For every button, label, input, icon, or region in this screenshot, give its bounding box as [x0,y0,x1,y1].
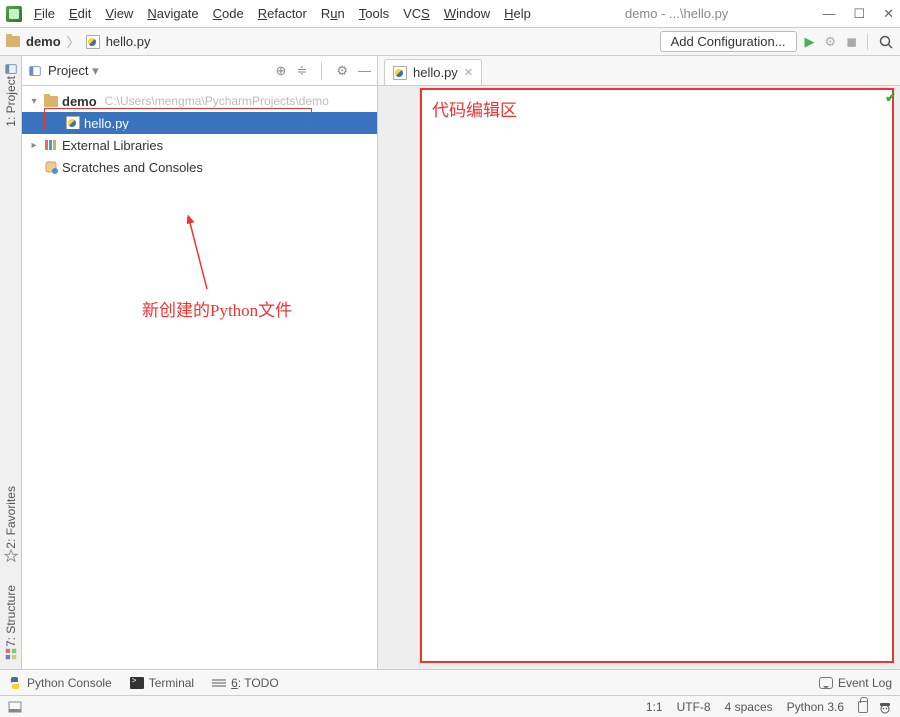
editor-gutter [378,86,420,669]
menu-navigate[interactable]: Navigate [147,6,198,21]
todo-icon [212,678,226,688]
event-log-icon [819,677,833,689]
menu-view[interactable]: View [105,6,133,21]
separator [867,34,868,50]
close-tab-icon[interactable]: ✕ [464,66,473,79]
scratches-icon [44,160,58,174]
close-button[interactable]: ✕ [883,6,894,22]
todo-tab[interactable]: 6: TODO [212,676,279,690]
structure-tool-tab[interactable]: 7: Structure [4,585,18,661]
project-view-selector[interactable]: Project [48,63,99,79]
menu-edit[interactable]: Edit [69,6,91,21]
status-indent[interactable]: 4 spaces [725,700,773,714]
status-interpreter[interactable]: Python 3.6 [787,700,844,714]
maximize-button[interactable]: ☐ [853,6,865,22]
breadcrumb: demo 〉 hello.py [6,32,151,51]
collapse-all-icon[interactable]: ≑ [296,63,307,79]
expand-arrow-icon[interactable] [28,96,40,107]
minimize-button[interactable]: — [822,6,835,22]
status-encoding[interactable]: UTF-8 [677,700,711,714]
python-icon [8,676,22,690]
menu-vcs[interactable]: VCS [403,6,430,21]
readonly-lock-icon[interactable] [858,701,868,713]
annotation-new-file-label: 新创建的Python文件 [142,296,292,321]
tree-root-demo[interactable]: demo C:\Users\mengma\PycharmProjects\dem… [22,90,377,112]
tree-file-hello[interactable]: hello.py [22,112,377,134]
python-file-icon [393,66,407,80]
terminal-icon [130,677,144,689]
separator [321,62,322,80]
menu-refactor[interactable]: Refactor [258,6,307,21]
terminal-tab[interactable]: Terminal [130,676,194,690]
ide-inspector-icon[interactable] [878,700,892,714]
tree-external-libraries[interactable]: External Libraries [22,134,377,156]
add-configuration-button[interactable]: Add Configuration... [660,31,797,52]
annotation-editor-box: 代码编辑区 [420,88,894,663]
editor-tab-hello[interactable]: hello.py ✕ [384,59,482,85]
status-bar: 1:1 UTF-8 4 spaces Python 3.6 [0,695,900,717]
editor-tabs: hello.py ✕ [378,56,900,86]
title-bar: File Edit View Navigate Code Refactor Ru… [0,0,900,28]
run-icon[interactable]: ▶ [805,34,815,50]
menu-window[interactable]: Window [444,6,490,21]
menu-bar: File Edit View Navigate Code Refactor Ru… [34,6,531,21]
editor-area[interactable]: 代码编辑区 ✔ [378,86,900,669]
menu-code[interactable]: Code [213,6,244,21]
editor-pane: hello.py ✕ 代码编辑区 ✔ [378,56,900,669]
project-tool-tab[interactable]: 1: Project [4,62,18,127]
window-title: demo - ...\hello.py [531,6,823,21]
window-controls: — ☐ ✕ [822,6,894,22]
pycharm-app-icon [6,6,22,22]
bottom-tool-strip: Python Console Terminal 6: TODO Event Lo… [0,669,900,695]
search-icon[interactable] [878,34,894,50]
favorites-tool-tab[interactable]: 2: Favorites [4,486,18,563]
python-file-icon [66,116,80,130]
breadcrumb-file[interactable]: hello.py [106,34,151,49]
annotation-editor-label: 代码编辑区 [432,96,517,121]
debug-icon[interactable]: ⚙ [825,34,837,50]
breadcrumb-project[interactable]: demo [26,34,61,49]
status-toggle-icon[interactable] [8,701,22,713]
project-pane-icon [28,64,42,78]
menu-help[interactable]: Help [504,6,531,21]
folder-icon [44,96,58,107]
menu-tools[interactable]: Tools [359,6,389,21]
libraries-icon [44,138,58,152]
expand-arrow-icon[interactable] [28,140,40,151]
project-pane-header: Project ⊕ ≑ ⚙ — [22,56,377,86]
inspection-ok-icon: ✔ [885,90,896,106]
event-log-tab[interactable]: Event Log [819,676,892,690]
breadcrumb-separator: 〉 [67,32,80,51]
python-file-icon [86,35,100,49]
toolbar: demo 〉 hello.py Add Configuration... ▶ ⚙… [0,28,900,56]
menu-run[interactable]: Run [321,6,345,21]
python-console-tab[interactable]: Python Console [8,676,112,690]
locate-icon[interactable]: ⊕ [276,63,287,79]
project-pane: Project ⊕ ≑ ⚙ — demo C:\Users\mengma\Pyc… [22,56,378,669]
status-caret-position[interactable]: 1:1 [646,700,663,714]
folder-icon [6,36,20,47]
menu-file[interactable]: File [34,6,55,21]
stop-icon[interactable]: ◼ [846,34,857,50]
tree-scratches[interactable]: Scratches and Consoles [22,156,377,178]
hide-pane-icon[interactable]: — [358,63,371,78]
annotation-arrow-icon [187,214,217,294]
project-tree[interactable]: demo C:\Users\mengma\PycharmProjects\dem… [22,86,377,669]
left-tool-gutter: 1: Project 2: Favorites 7: Structure [0,56,22,669]
settings-gear-icon[interactable]: ⚙ [336,63,348,79]
